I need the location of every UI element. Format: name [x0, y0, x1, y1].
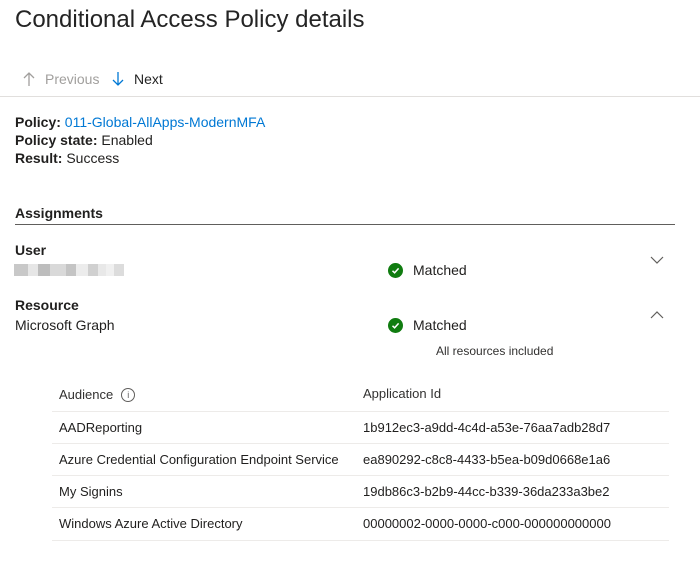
application-id-header: Application Id	[363, 386, 442, 401]
application-id-cell: 19db86c3-b2b9-44cc-b339-36da233a3be2	[363, 484, 610, 499]
previous-button[interactable]: Previous	[22, 68, 99, 90]
user-redacted-name	[14, 264, 124, 276]
result-label: Result:	[15, 150, 63, 166]
audience-cell: My Signins	[59, 484, 123, 499]
checkmark-circle-icon	[388, 317, 403, 333]
next-button[interactable]: Next	[111, 68, 163, 90]
resource-title: Resource	[15, 297, 79, 313]
user-title: User	[15, 242, 47, 258]
checkmark-circle-icon	[388, 262, 403, 278]
resource-note: All resources included	[436, 344, 554, 358]
audience-cell: Azure Credential Configuration Endpoint …	[59, 452, 339, 467]
audience-cell: Windows Azure Active Directory	[59, 516, 243, 531]
policy-state-row: Policy state: Enabled	[15, 131, 153, 149]
policy-row: Policy: 011-Global-AllApps-ModernMFA	[15, 113, 265, 131]
resource-status: Matched	[388, 317, 467, 333]
page-title: Conditional Access Policy details	[15, 6, 365, 33]
chevron-up-icon	[650, 311, 664, 319]
toolbar-divider	[0, 96, 700, 97]
policy-label: Policy:	[15, 114, 61, 130]
user-status-label: Matched	[413, 262, 467, 278]
policy-state-label: Policy state:	[15, 132, 98, 148]
resource-collapse-chevron[interactable]	[649, 307, 665, 323]
user-status: Matched	[388, 262, 467, 278]
arrow-down-icon	[112, 72, 124, 86]
application-id-cell: 1b912ec3-a9dd-4c4d-a53e-76aa7adb28d7	[363, 420, 611, 435]
policy-state-value: Enabled	[101, 132, 153, 148]
arrow-up-icon	[23, 72, 35, 86]
result-value: Success	[66, 150, 120, 166]
application-id-cell: ea890292-c8c8-4433-b5ea-b09d0668e1a6	[363, 452, 611, 467]
table-row: Windows Azure Active Directory 00000002-…	[52, 507, 669, 541]
previous-label: Previous	[45, 71, 100, 87]
policy-link[interactable]: 011-Global-AllApps-ModernMFA	[65, 114, 266, 130]
assignments-divider	[15, 224, 675, 225]
table-row: My Signins 19db86c3-b2b9-44cc-b339-36da2…	[52, 475, 669, 508]
assignments-heading: Assignments	[15, 205, 103, 221]
application-id-cell: 00000002-0000-0000-c000-000000000000	[363, 516, 611, 531]
audience-cell: AADReporting	[59, 420, 143, 435]
chevron-down-icon	[650, 256, 664, 264]
user-expand-chevron[interactable]	[649, 252, 665, 268]
resource-status-label: Matched	[413, 317, 467, 333]
next-label: Next	[134, 71, 163, 87]
table-row: AADReporting 1b912ec3-a9dd-4c4d-a53e-76a…	[52, 411, 669, 444]
info-icon[interactable]: i	[121, 387, 136, 402]
resource-value: Microsoft Graph	[15, 317, 115, 333]
table-row: Azure Credential Configuration Endpoint …	[52, 443, 669, 476]
audience-header-label: Audience	[59, 387, 114, 402]
audience-header: Audience i	[59, 387, 136, 402]
result-row: Result: Success	[15, 149, 119, 167]
